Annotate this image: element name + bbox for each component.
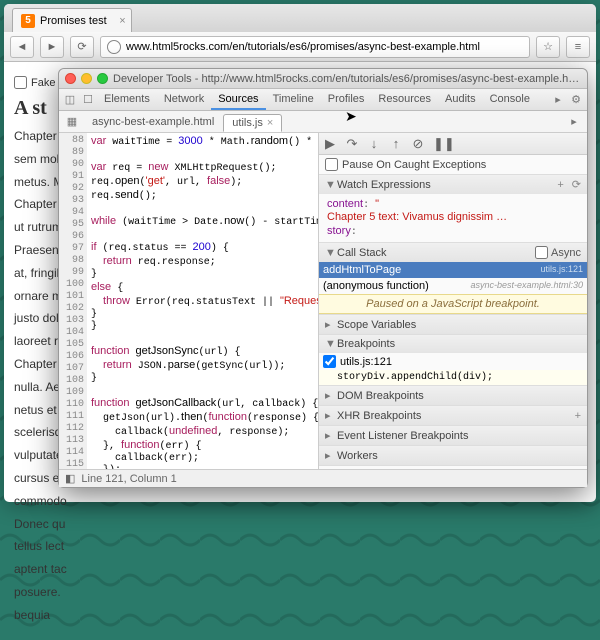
navigator-icon[interactable]: ▦ xyxy=(63,115,81,128)
callstack-header[interactable]: ▼Call StackAsync xyxy=(319,243,587,262)
add-watch-icon[interactable]: + xyxy=(557,179,563,191)
section-header[interactable]: ▸Event Listener Breakpoints xyxy=(319,426,587,445)
section-header[interactable]: ▸Scope Variables xyxy=(319,315,587,334)
traffic-close-icon[interactable] xyxy=(65,73,76,84)
paused-message: Paused on a JavaScript breakpoint. xyxy=(319,294,587,314)
address-bar: ◄ ► ⟳ www.html5rocks.com/en/tutorials/es… xyxy=(4,32,596,62)
line-gutter: 88 89 90 91 92 93 94 95 96 97 98 99 100 … xyxy=(59,133,87,469)
sidebar-section: ▸XHR Breakpoints+ xyxy=(319,406,587,426)
html5-favicon-icon: 5 xyxy=(21,14,35,28)
reload-button[interactable]: ⟳ xyxy=(70,36,94,58)
back-button[interactable]: ◄ xyxy=(10,36,34,58)
callstack-section: ▼Call StackAsync addHtmlToPageutils.js:1… xyxy=(319,243,587,315)
expand-icon: ▸ xyxy=(325,449,333,462)
breakpoint-item[interactable]: utils.js:121 xyxy=(319,353,587,370)
expand-icon: ▸ xyxy=(325,389,333,402)
panel-tab-elements[interactable]: Elements xyxy=(97,90,157,110)
pause-exceptions-checkbox[interactable] xyxy=(325,158,338,171)
sidebar-section: ▼Breakpointsutils.js:121storyDiv.appendC… xyxy=(319,335,587,386)
step-into-icon[interactable]: ↓ xyxy=(367,136,381,151)
section-header[interactable]: ▼Breakpoints xyxy=(319,335,587,353)
devtools-window: Developer Tools - http://www.html5rocks.… xyxy=(58,68,588,488)
menu-button[interactable]: ≡ xyxy=(566,36,590,58)
callstack-frame[interactable]: (anonymous function)async-best-example.h… xyxy=(319,278,587,294)
drawer-icon[interactable]: ▸ xyxy=(549,93,567,106)
collapse-icon: ▼ xyxy=(325,338,333,350)
debugger-sidebar: ▶ ↷ ↓ ↑ ⊘ ❚❚ Pause On Caught Exceptions … xyxy=(319,133,587,469)
section-header[interactable]: ▸XHR Breakpoints+ xyxy=(319,406,587,425)
file-tab[interactable]: async-best-example.html xyxy=(83,113,223,131)
fake-checkbox-input[interactable] xyxy=(14,76,27,89)
expand-icon: ▸ xyxy=(325,429,333,442)
globe-icon xyxy=(107,40,121,54)
traffic-zoom-icon[interactable] xyxy=(97,73,108,84)
async-toggle[interactable]: Async xyxy=(535,246,581,259)
expand-icon: ▸ xyxy=(325,409,333,422)
panel-tab-sources[interactable]: Sources xyxy=(211,90,265,110)
source-file-tabs: ▦ async-best-example.htmlutils.js× ▸ xyxy=(59,111,587,133)
add-icon[interactable]: + xyxy=(575,410,581,422)
more-tabs-icon[interactable]: ▸ xyxy=(565,115,583,128)
sidebar-section: ▸Workers xyxy=(319,446,587,466)
breakpoint-code: storyDiv.appendChild(div); xyxy=(319,370,587,385)
sidebar-section: ▸Scope Variables xyxy=(319,315,587,335)
watch-item[interactable]: content: "Chapter 5 text: Vivamus dignis… xyxy=(325,197,581,224)
body-text: aptent tac xyxy=(14,561,586,578)
tab-close-icon[interactable]: × xyxy=(119,15,125,27)
body-text: posuere. xyxy=(14,584,586,601)
async-checkbox[interactable] xyxy=(535,246,548,259)
step-out-icon[interactable]: ↑ xyxy=(389,136,403,151)
watch-item[interactable]: story: xyxy=(325,224,581,239)
browser-tab[interactable]: 5 Promises test × xyxy=(12,8,132,32)
devtools-body: 88 89 90 91 92 93 94 95 96 97 98 99 100 … xyxy=(59,133,587,469)
device-icon[interactable]: ☐ xyxy=(79,93,97,106)
expand-icon: ▼ xyxy=(325,247,333,259)
panel-tab-timeline[interactable]: Timeline xyxy=(266,90,321,110)
expand-icon: ▸ xyxy=(325,318,333,331)
panel-tab-console[interactable]: Console xyxy=(483,90,537,110)
code-lines[interactable]: var waitTime = 3000 * Math.random() * fa… xyxy=(87,133,318,469)
devtools-statusbar: ◧ Line 121, Column 1 xyxy=(59,469,587,487)
url-text: www.html5rocks.com/en/tutorials/es6/prom… xyxy=(126,41,480,53)
body-text: Donec qu xyxy=(14,516,586,533)
panel-tab-audits[interactable]: Audits xyxy=(438,90,483,110)
url-field[interactable]: www.html5rocks.com/en/tutorials/es6/prom… xyxy=(100,36,530,58)
section-header[interactable]: ▸Workers xyxy=(319,446,587,465)
deactivate-bp-icon[interactable]: ⊘ xyxy=(411,136,425,152)
section-header[interactable]: ▸DOM Breakpoints xyxy=(319,386,587,405)
bookmark-button[interactable]: ☆ xyxy=(536,36,560,58)
watch-section: ▼Watch Expressions+⟳ content: "Chapter 5… xyxy=(319,175,587,243)
body-text: commodo xyxy=(14,493,586,510)
pause-on-exceptions[interactable]: Pause On Caught Exceptions xyxy=(319,155,587,175)
forward-button[interactable]: ► xyxy=(40,36,64,58)
file-tab[interactable]: utils.js× xyxy=(223,114,282,132)
debugger-toolbar: ▶ ↷ ↓ ↑ ⊘ ❚❚ xyxy=(319,133,587,155)
settings-icon[interactable]: ⚙ xyxy=(567,93,585,106)
devtools-titlebar[interactable]: Developer Tools - http://www.html5rocks.… xyxy=(59,69,587,89)
panel-tab-network[interactable]: Network xyxy=(157,90,211,110)
pause-icon[interactable]: ❚❚ xyxy=(433,136,447,152)
step-over-icon[interactable]: ↷ xyxy=(345,136,359,152)
body-text: bequia xyxy=(14,607,586,624)
resume-icon[interactable]: ▶ xyxy=(323,136,337,152)
sidebar-section: ▸DOM Breakpoints xyxy=(319,386,587,406)
browser-tabbar: 5 Promises test × xyxy=(4,4,596,32)
callstack-frame[interactable]: addHtmlToPageutils.js:121 xyxy=(319,262,587,278)
inspect-icon[interactable]: ◫ xyxy=(61,93,79,106)
devtools-toolbar: ◫ ☐ ElementsNetworkSourcesTimelineProfil… xyxy=(59,89,587,111)
panel-tab-resources[interactable]: Resources xyxy=(371,90,438,110)
tab-title: Promises test xyxy=(40,15,107,27)
sidebar-section: ▸Event Listener Breakpoints xyxy=(319,426,587,446)
devtools-title: Developer Tools - http://www.html5rocks.… xyxy=(113,73,581,85)
breakpoint-checkbox[interactable] xyxy=(323,355,336,368)
code-editor[interactable]: 88 89 90 91 92 93 94 95 96 97 98 99 100 … xyxy=(59,133,319,469)
body-text: tellus lect xyxy=(14,538,586,555)
watch-header[interactable]: ▼Watch Expressions+⟳ xyxy=(319,175,587,194)
expand-icon: ▼ xyxy=(325,179,333,191)
refresh-watch-icon[interactable]: ⟳ xyxy=(572,178,581,191)
traffic-minimize-icon[interactable] xyxy=(81,73,92,84)
breakpoint-toggle-icon[interactable]: ◧ xyxy=(65,472,75,485)
status-text: Line 121, Column 1 xyxy=(81,473,176,485)
panel-tab-profiles[interactable]: Profiles xyxy=(321,90,372,110)
